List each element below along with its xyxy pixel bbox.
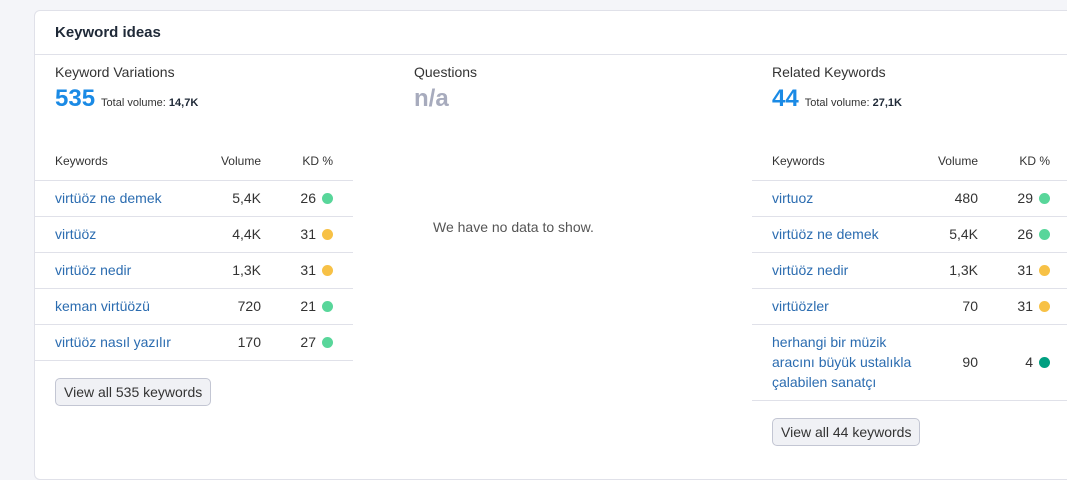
- volume-cell: 70: [928, 288, 990, 325]
- volume-cell: 1,3K: [928, 252, 990, 289]
- kd-indicator-dot: [322, 193, 333, 204]
- kd-value: 29: [1017, 190, 1033, 206]
- volume-cell: 1,3K: [215, 252, 273, 289]
- volume-cell: 480: [928, 180, 990, 217]
- table-row: herhangi bir müzik aracını büyük ustalık…: [752, 324, 1067, 401]
- related-total-volume: Total volume: 27,1K: [804, 97, 902, 109]
- kd-value: 31: [300, 262, 316, 278]
- table-row: virtüözler 70 31: [752, 288, 1067, 325]
- col-header-kd[interactable]: KD %: [990, 142, 1067, 181]
- variations-table: Keywords Volume KD % virtüöz ne demek 5,4…: [35, 142, 353, 361]
- kd-indicator-dot: [1039, 301, 1050, 312]
- kd-indicator-dot: [1039, 193, 1050, 204]
- questions-empty-message: We have no data to show.: [433, 219, 594, 235]
- table-row: virtüöz ne demek 5,4K 26: [35, 180, 353, 217]
- related-summary: Related Keywords 44 Total volume: 27,1K: [772, 64, 902, 113]
- kd-indicator-dot: [322, 337, 333, 348]
- questions-summary: Questions n/a: [414, 64, 477, 113]
- keyword-link[interactable]: virtüöz nedir: [772, 262, 848, 278]
- col-header-keywords: Keywords: [752, 142, 928, 181]
- view-all-variations-button[interactable]: View all 535 keywords: [55, 378, 212, 406]
- card-title: Keyword ideas: [55, 24, 161, 41]
- col-header-keywords: Keywords: [35, 142, 215, 181]
- table-row: virtüöz nedir 1,3K 31: [35, 252, 353, 289]
- kd-indicator-dot: [1039, 357, 1050, 368]
- kd-value: 31: [1017, 298, 1033, 314]
- related-table: Keywords Volume KD % virtuoz 480 29 virtüöz…: [752, 142, 1067, 401]
- col-header-kd[interactable]: KD %: [273, 142, 353, 181]
- kd-indicator-dot: [1039, 229, 1050, 240]
- kd-value: 21: [300, 298, 316, 314]
- table-row: virtüöz 4,4K 31: [35, 216, 353, 253]
- kd-indicator-dot: [322, 301, 333, 312]
- keyword-link[interactable]: virtüöz: [55, 226, 96, 242]
- card-header: Keyword ideas: [35, 11, 1067, 55]
- questions-count: n/a: [414, 85, 449, 112]
- keyword-link[interactable]: keman virtüözü: [55, 298, 150, 314]
- related-title: Related Keywords: [772, 64, 886, 80]
- volume-cell: 5,4K: [215, 180, 273, 217]
- variations-count[interactable]: 535: [55, 85, 95, 113]
- kd-indicator-dot: [322, 229, 333, 240]
- volume-cell: 90: [928, 324, 990, 401]
- col-header-volume[interactable]: Volume: [928, 142, 990, 181]
- variations-total-volume: Total volume: 14,7K: [101, 97, 199, 109]
- volume-cell: 720: [215, 288, 273, 325]
- kd-value: 31: [1017, 262, 1033, 278]
- kd-indicator-dot: [1039, 265, 1050, 276]
- table-row: virtuoz 480 29: [752, 180, 1067, 217]
- related-count[interactable]: 44: [772, 85, 799, 113]
- kd-indicator-dot: [322, 265, 333, 276]
- table-row: virtüöz ne demek 5,4K 26: [752, 216, 1067, 253]
- kd-value: 4: [1025, 354, 1033, 370]
- keyword-link[interactable]: herhangi bir müzik aracını büyük ustalık…: [772, 334, 911, 390]
- keyword-link[interactable]: virtüöz nedir: [55, 262, 131, 278]
- col-header-volume[interactable]: Volume: [215, 142, 273, 181]
- keyword-link[interactable]: virtüöz nasıl yazılır: [55, 334, 171, 350]
- keyword-link[interactable]: virtuoz: [772, 190, 813, 206]
- kd-value: 26: [300, 190, 316, 206]
- questions-title: Questions: [414, 64, 478, 80]
- table-row: virtüöz nedir 1,3K 31: [752, 252, 1067, 289]
- kd-value: 27: [300, 334, 316, 350]
- variations-summary: Keyword Variations 535 Total volume: 14,…: [55, 64, 198, 113]
- volume-cell: 4,4K: [215, 216, 273, 253]
- keyword-link[interactable]: virtüöz ne demek: [55, 190, 162, 206]
- kd-value: 26: [1017, 226, 1033, 242]
- volume-cell: 5,4K: [928, 216, 990, 253]
- keyword-link[interactable]: virtüözler: [772, 298, 829, 314]
- kd-value: 31: [300, 226, 316, 242]
- volume-cell: 170: [215, 324, 273, 361]
- table-row: virtüöz nasıl yazılır 170 27: [35, 324, 353, 361]
- variations-title: Keyword Variations: [55, 64, 175, 80]
- view-all-related-button[interactable]: View all 44 keywords: [772, 418, 921, 446]
- table-row: keman virtüözü 720 21: [35, 288, 353, 325]
- keyword-link[interactable]: virtüöz ne demek: [772, 226, 879, 242]
